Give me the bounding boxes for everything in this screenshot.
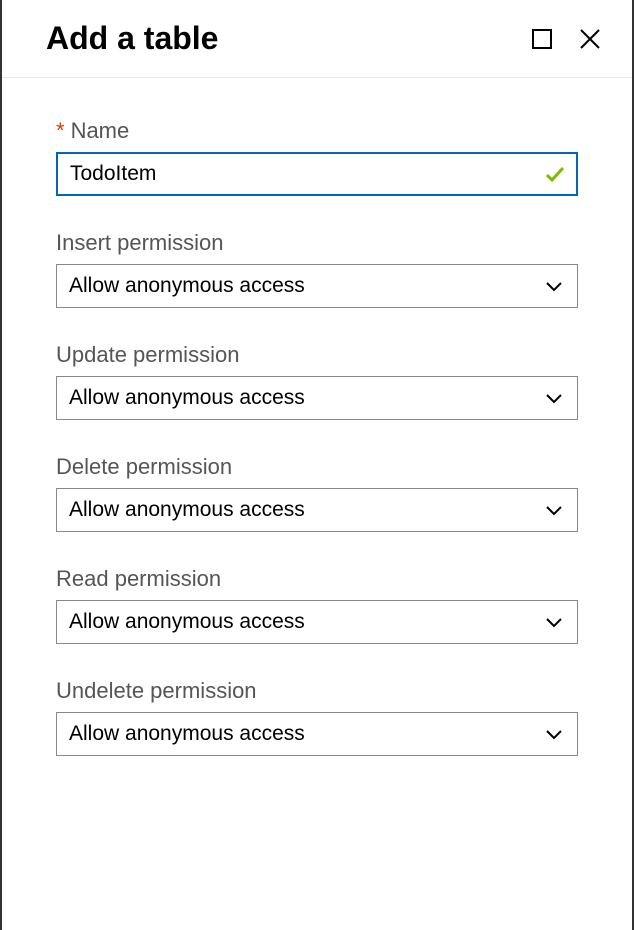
insert-permission-label: Insert permission — [56, 230, 578, 256]
insert-permission-group: Insert permission Allow anonymous access — [56, 230, 578, 308]
undelete-permission-select[interactable]: Allow anonymous access — [56, 712, 578, 756]
undelete-permission-label: Undelete permission — [56, 678, 578, 704]
dialog-header: Add a table — [2, 0, 632, 78]
name-label-text: Name — [71, 118, 130, 143]
name-field-group: *Name — [56, 118, 578, 196]
delete-permission-label: Delete permission — [56, 454, 578, 480]
read-permission-group: Read permission Allow anonymous access — [56, 566, 578, 644]
maximize-icon[interactable] — [530, 27, 554, 51]
dialog-content: *Name Insert permission Allow anonymous … — [2, 78, 632, 756]
delete-permission-select[interactable]: Allow anonymous access — [56, 488, 578, 532]
chevron-down-icon — [545, 616, 577, 628]
update-permission-value: Allow anonymous access — [57, 386, 545, 410]
insert-permission-select[interactable]: Allow anonymous access — [56, 264, 578, 308]
header-actions — [530, 27, 602, 51]
dialog-title: Add a table — [46, 20, 218, 57]
name-input-wrapper[interactable] — [56, 152, 578, 196]
delete-permission-value: Allow anonymous access — [57, 498, 545, 522]
update-permission-label: Update permission — [56, 342, 578, 368]
update-permission-group: Update permission Allow anonymous access — [56, 342, 578, 420]
read-permission-label: Read permission — [56, 566, 578, 592]
close-icon[interactable] — [578, 27, 602, 51]
insert-permission-value: Allow anonymous access — [57, 274, 545, 298]
undelete-permission-group: Undelete permission Allow anonymous acce… — [56, 678, 578, 756]
update-permission-select[interactable]: Allow anonymous access — [56, 376, 578, 420]
chevron-down-icon — [545, 728, 577, 740]
checkmark-icon — [544, 163, 576, 185]
delete-permission-group: Delete permission Allow anonymous access — [56, 454, 578, 532]
name-input[interactable] — [58, 154, 544, 194]
read-permission-select[interactable]: Allow anonymous access — [56, 600, 578, 644]
chevron-down-icon — [545, 504, 577, 516]
chevron-down-icon — [545, 392, 577, 404]
name-label: *Name — [56, 118, 578, 144]
undelete-permission-value: Allow anonymous access — [57, 722, 545, 746]
required-marker: * — [56, 118, 65, 143]
chevron-down-icon — [545, 280, 577, 292]
read-permission-value: Allow anonymous access — [57, 610, 545, 634]
